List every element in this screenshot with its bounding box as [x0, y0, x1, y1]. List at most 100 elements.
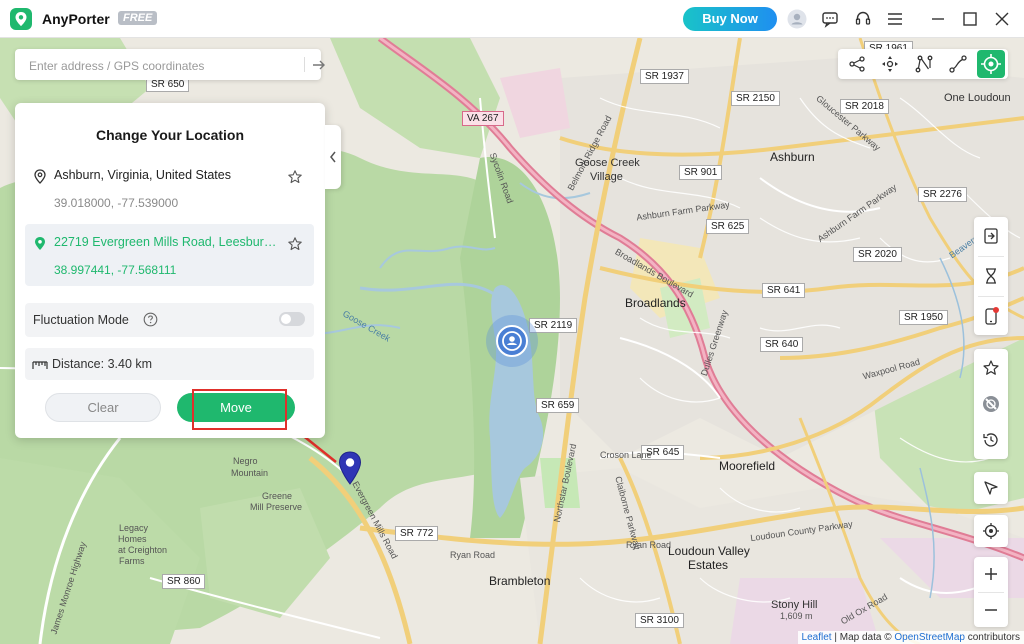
- chevron-left-icon: [330, 151, 336, 163]
- map-place-label: Mill Preserve: [250, 502, 303, 512]
- map-place-label: Estates: [688, 558, 729, 572]
- origin-address: Ashburn, Virginia, United States: [54, 168, 231, 182]
- map-data-label: | Map data ©: [831, 632, 895, 643]
- map-place-label: Legacy: [119, 523, 149, 533]
- joystick-icon[interactable]: [880, 54, 900, 74]
- device-icon[interactable]: [982, 307, 1000, 325]
- collapse-panel-tab[interactable]: [325, 125, 341, 189]
- map-shield: SR 641: [762, 283, 806, 298]
- map-place-label: One Loudoun: [944, 92, 1011, 104]
- origin-coordinates: 39.018000, -77.539000: [54, 196, 179, 210]
- map-shield: SR 1937: [640, 69, 689, 84]
- mode-toolbar: [838, 49, 1008, 79]
- toolbar-divider: [978, 296, 1004, 297]
- map-road-label: Croson Lane: [600, 450, 652, 460]
- map-shield: VA 267: [462, 111, 504, 126]
- destination-address: 22719 Evergreen Mills Road, Leesburg, Vi…: [54, 235, 279, 249]
- map-shield: SR 659: [536, 398, 580, 413]
- map-shield: SR 772: [395, 526, 439, 541]
- map-place-label: Ashburn: [770, 150, 815, 164]
- ruler-icon: [32, 358, 48, 376]
- maximize-icon[interactable]: [960, 9, 980, 29]
- map-attribution: Leaflet | Map data © OpenStreetMap contr…: [797, 631, 1024, 644]
- fluctuation-mode-row: Fluctuation Mode: [25, 303, 314, 337]
- map-place-label: Greene: [262, 491, 293, 501]
- contributors-label: contributors: [964, 632, 1020, 643]
- leaflet-link[interactable]: Leaflet: [802, 632, 832, 643]
- side-toolbar-saved: [974, 349, 1008, 459]
- side-toolbar-tools: [974, 217, 1008, 335]
- location-pin-icon: [34, 236, 46, 256]
- distance-row: Distance: 3.40 km: [25, 348, 314, 380]
- map-shield: SR 640: [760, 337, 804, 352]
- close-icon[interactable]: [992, 9, 1012, 29]
- navigate-icon[interactable]: [982, 479, 1000, 497]
- toolbar-divider: [978, 592, 1004, 593]
- app-logo-icon: [10, 8, 32, 30]
- two-spot-route-icon[interactable]: [948, 54, 968, 74]
- map-shield: SR 2020: [853, 247, 902, 262]
- clear-button[interactable]: Clear: [45, 393, 161, 422]
- origin-location-row[interactable]: Ashburn, Virginia, United States 39.0180…: [25, 157, 314, 219]
- zoom-out-icon[interactable]: [982, 601, 1000, 619]
- osm-link[interactable]: OpenStreetMap: [894, 632, 965, 643]
- destination-location-row[interactable]: 22719 Evergreen Mills Road, Leesburg, Vi…: [25, 224, 314, 286]
- minimize-icon[interactable]: [928, 9, 948, 29]
- change-location-panel: Change Your Location Ashburn, Virginia, …: [15, 103, 325, 438]
- map-shield: SR 860: [162, 574, 206, 589]
- map-shield: SR 2276: [918, 187, 967, 202]
- zoom-in-icon[interactable]: [982, 565, 1000, 583]
- map-place-label: Mountain: [231, 468, 269, 478]
- search-box: [15, 49, 325, 82]
- locate-icon[interactable]: [982, 522, 1000, 540]
- favorite-icon[interactable]: [982, 359, 1000, 377]
- map-shield: SR 3100: [635, 613, 684, 628]
- map-place-label: Negro: [233, 456, 258, 466]
- map-place-label: Farms: [119, 556, 145, 566]
- menu-icon[interactable]: [885, 9, 905, 29]
- location-pin-icon: [34, 169, 46, 189]
- buy-now-button[interactable]: Buy Now: [683, 7, 777, 31]
- map-shield: SR 2018: [840, 99, 889, 114]
- current-location-marker-icon: [486, 315, 538, 367]
- map-shield: SR 901: [679, 165, 723, 180]
- map-shield: SR 2150: [731, 91, 780, 106]
- distance-value: Distance: 3.40 km: [52, 357, 153, 371]
- free-badge: FREE: [118, 11, 158, 25]
- support-headset-icon[interactable]: [853, 9, 873, 29]
- favorite-star-icon[interactable]: [287, 169, 303, 190]
- history-icon[interactable]: [982, 431, 1000, 449]
- map-place-label: Broadlands: [625, 296, 686, 310]
- zoom-controls: [974, 557, 1008, 627]
- toolbar-divider: [978, 256, 1004, 257]
- fluctuation-mode-toggle[interactable]: [279, 312, 305, 326]
- title-bar: AnyPorter FREE Buy Now: [0, 0, 1024, 38]
- side-toolbar-locate: [974, 515, 1008, 547]
- map-place-label: Homes: [118, 534, 147, 544]
- feedback-icon[interactable]: [820, 9, 840, 29]
- map-road-label: Ryan Road: [450, 550, 496, 560]
- map-place-label: Village: [590, 171, 623, 183]
- side-toolbar-navigate: [974, 472, 1008, 504]
- account-avatar-icon[interactable]: [787, 9, 807, 29]
- move-button-highlight: [192, 389, 287, 430]
- map-place-label: Brambleton: [489, 574, 551, 588]
- multi-spot-icon[interactable]: [847, 54, 867, 74]
- arrow-right-icon[interactable]: [311, 57, 327, 78]
- import-gpx-icon[interactable]: [982, 227, 1000, 245]
- multi-stop-route-icon[interactable]: [914, 54, 934, 74]
- search-input[interactable]: [27, 49, 291, 82]
- map-shield: SR 625: [706, 219, 750, 234]
- app-name: AnyPorter: [42, 11, 110, 27]
- cooldown-timer-icon[interactable]: [982, 267, 1000, 285]
- destination-coordinates: 38.997441, -77.568111: [54, 263, 177, 277]
- favorite-star-icon[interactable]: [287, 236, 303, 257]
- map-shield: SR 1950: [899, 310, 948, 325]
- help-icon[interactable]: [143, 312, 158, 332]
- pause-icon[interactable]: [982, 395, 1000, 413]
- map-place-label: 1,609 m: [780, 611, 813, 621]
- teleport-icon[interactable]: [977, 50, 1005, 78]
- map-place-label: Stony Hill: [771, 599, 818, 611]
- map-place-label: Loudoun Valley: [668, 544, 750, 558]
- search-divider: [304, 57, 305, 72]
